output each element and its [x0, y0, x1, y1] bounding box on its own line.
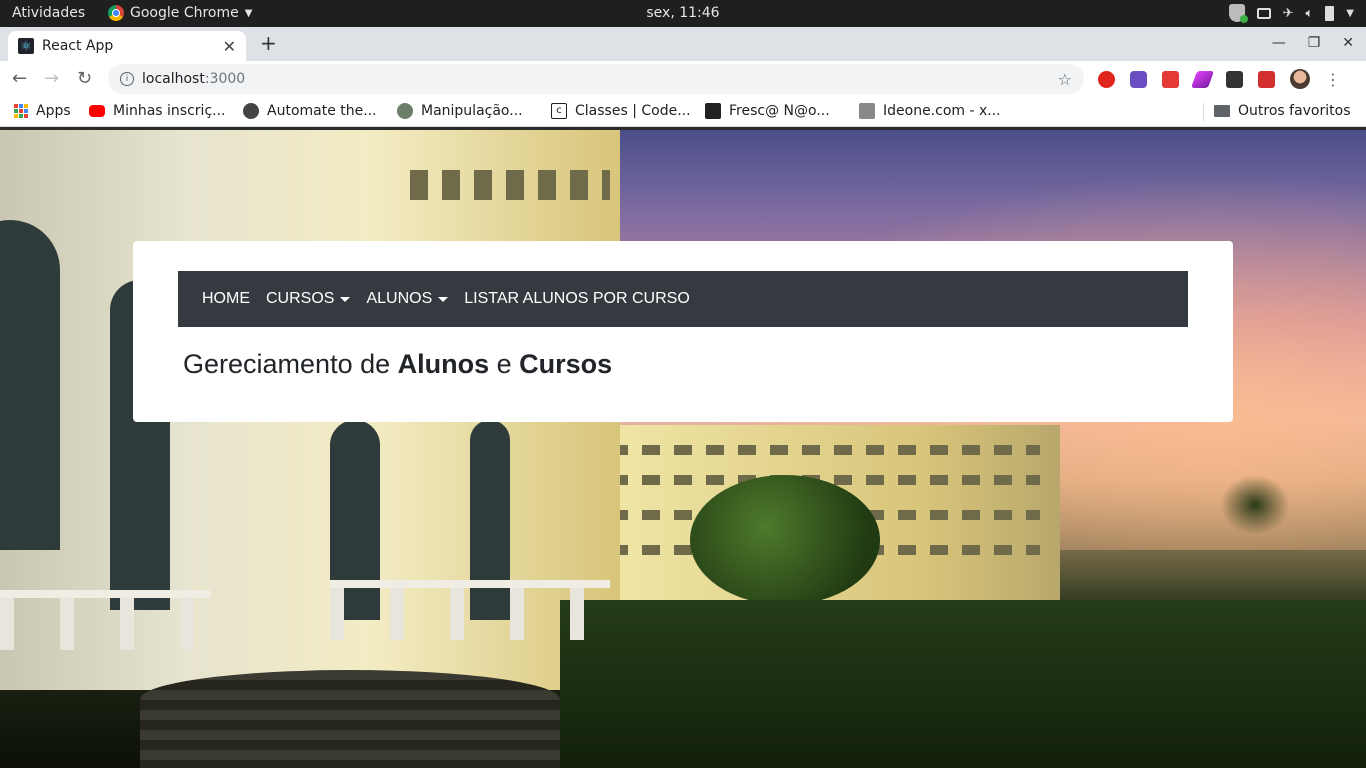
site-icon — [705, 103, 721, 119]
main-navbar: HOME CURSOS ALUNOS LISTAR ALUNOS POR CUR… — [178, 271, 1188, 327]
browser-toolbar: ← → ↻ i localhost :3000 ☆ ⋮ — [0, 61, 1366, 97]
nav-alunos-label: ALUNOS — [366, 290, 433, 307]
apps-grid-icon — [14, 104, 28, 118]
shield-icon[interactable] — [1228, 4, 1248, 23]
youtube-icon — [89, 105, 105, 117]
volume-icon[interactable]: 🔈︎ — [1305, 6, 1313, 21]
bookmarks-bar: Apps Minhas inscriç... Automate the... M… — [0, 97, 1366, 127]
os-top-bar: Atividades Google Chrome ▼ sex, 11:46 ✈ … — [0, 0, 1366, 27]
other-bookmarks[interactable]: Outros favoritos — [1214, 103, 1351, 119]
bookmark-label: Ideone.com - x... — [883, 103, 1001, 119]
ideone-icon — [859, 103, 875, 119]
react-icon: ⚛ — [18, 38, 34, 54]
folder-icon — [1214, 105, 1230, 117]
bookmark-label: Classes | Code... — [575, 103, 691, 119]
caret-down-icon — [340, 296, 351, 302]
airplane-icon[interactable]: ✈ — [1283, 6, 1294, 21]
extension-r-icon[interactable] — [1130, 70, 1147, 88]
menu-kebab-icon[interactable]: ⋮ — [1325, 70, 1341, 89]
display-icon[interactable] — [1256, 7, 1271, 19]
tab-strip: ⚛ React App ✕ + — ❐ ✕ — [0, 27, 1366, 61]
tab-title: React App — [42, 38, 114, 54]
bookmark-item[interactable]: Automate the... — [243, 103, 377, 119]
nav-alunos-dropdown[interactable]: ALUNOS — [366, 290, 449, 308]
bookmark-label: Manipulação... — [421, 103, 523, 119]
battery-icon[interactable] — [1325, 5, 1335, 21]
bookmark-item[interactable]: Minhas inscriç... — [89, 103, 226, 119]
bookmark-item[interactable]: c Classes | Code... — [551, 103, 691, 119]
nav-home-label: HOME — [202, 290, 250, 307]
reload-icon[interactable]: ↻ — [77, 68, 92, 89]
bookmark-label: Minhas inscriç... — [113, 103, 226, 119]
chevron-down-icon[interactable]: ▼ — [1346, 8, 1354, 19]
window-controls: — ❐ ✕ — [1272, 35, 1354, 51]
adblock-icon[interactable] — [1098, 70, 1115, 88]
grid-extension-icon[interactable] — [1258, 70, 1275, 88]
codecademy-icon: c — [551, 103, 567, 119]
nav-cursos-dropdown[interactable]: CURSOS — [266, 290, 351, 308]
bookmark-item[interactable]: Manipulação... — [397, 103, 523, 119]
page-title: Gereciamento de Alunos e Cursos — [183, 349, 612, 380]
info-icon[interactable]: i — [120, 72, 134, 86]
close-icon[interactable]: ✕ — [223, 37, 236, 56]
clock[interactable]: sex, 11:46 — [0, 5, 1366, 21]
nav-listar-alunos-por-curso[interactable]: LISTAR ALUNOS POR CURSO — [464, 290, 690, 308]
other-bookmarks-label: Outros favoritos — [1238, 103, 1351, 119]
url-port: :3000 — [204, 71, 246, 87]
site-icon — [397, 103, 413, 119]
title-bold-cursos: Cursos — [519, 349, 613, 379]
bookmark-apps[interactable]: Apps — [14, 103, 71, 119]
globe-icon — [243, 103, 259, 119]
close-window-icon[interactable]: ✕ — [1342, 35, 1354, 51]
nav-listar-label: LISTAR ALUNOS POR CURSO — [464, 290, 690, 307]
bookmark-label: Apps — [36, 103, 71, 119]
page-viewport: HOME CURSOS ALUNOS LISTAR ALUNOS POR CUR… — [0, 130, 1366, 768]
back-icon[interactable]: ← — [12, 68, 27, 89]
pin-extension-icon[interactable] — [1162, 70, 1179, 88]
pen-extension-icon[interactable] — [1190, 70, 1215, 88]
jumbotron-card: HOME CURSOS ALUNOS LISTAR ALUNOS POR CUR… — [133, 241, 1233, 422]
minimize-icon[interactable]: — — [1272, 35, 1286, 51]
bookmark-item[interactable]: Fresc@ N@o... — [705, 103, 830, 119]
nav-cursos-label: CURSOS — [266, 290, 335, 307]
dark-extension-icon[interactable] — [1226, 70, 1243, 88]
new-tab-button[interactable]: + — [260, 31, 277, 55]
bookmark-label: Automate the... — [267, 103, 377, 119]
title-text: Gereciamento de — [183, 349, 398, 379]
address-bar[interactable]: i localhost :3000 ☆ — [108, 64, 1084, 94]
restore-icon[interactable]: ❐ — [1308, 35, 1321, 51]
forward-icon[interactable]: → — [44, 68, 59, 89]
title-bold-alunos: Alunos — [397, 349, 490, 379]
bookmark-item[interactable]: Ideone.com - x... — [859, 103, 1001, 119]
system-tray[interactable]: ✈ 🔈︎ ▼ — [1228, 4, 1354, 23]
url-host: localhost — [142, 71, 205, 87]
tab-react-app[interactable]: ⚛ React App ✕ — [8, 31, 246, 61]
bookmark-star-icon[interactable]: ☆ — [1058, 70, 1072, 89]
divider — [1203, 103, 1204, 121]
profile-avatar[interactable] — [1290, 69, 1310, 89]
extensions-area: ⋮ — [1098, 69, 1341, 89]
nav-home[interactable]: HOME — [202, 290, 250, 308]
bookmark-label: Fresc@ N@o... — [729, 103, 830, 119]
caret-down-icon — [438, 296, 449, 302]
title-text: e — [489, 349, 520, 379]
